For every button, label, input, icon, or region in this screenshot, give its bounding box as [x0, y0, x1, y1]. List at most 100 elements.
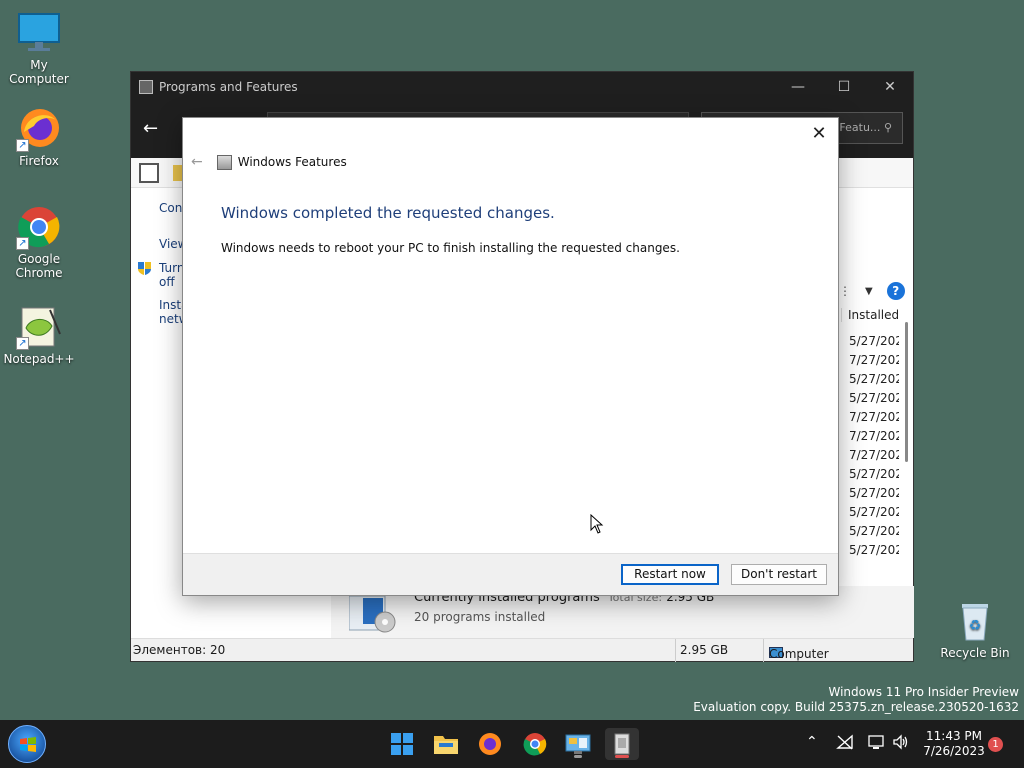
dialog-header: ← Windows Features [191, 154, 347, 170]
window-titlebar: Programs and Features — ☐ ✕ [131, 72, 913, 102]
folder-icon [434, 736, 458, 754]
panel-icon[interactable] [139, 163, 159, 183]
shortcut-arrow-icon: ↗ [16, 139, 29, 152]
status-divider [675, 639, 676, 662]
desktop-icon-recycle-bin[interactable]: ♻ Recycle Bin [936, 598, 1014, 660]
shortcut-arrow-icon: ↗ [16, 337, 29, 350]
view-options-icon[interactable]: ⋮ [839, 284, 851, 298]
column-header-installed-on[interactable]: Installed On [841, 308, 905, 322]
desktop-icon-label: Google Chrome [15, 252, 63, 280]
taskbar: ⌃ 11:43 PM 7/26/2023 [0, 720, 1024, 768]
status-divider [763, 639, 764, 662]
shortcut-arrow-icon: ↗ [16, 237, 29, 250]
window-title: Programs and Features [159, 80, 298, 94]
list-item[interactable]: 7/27/2023 [849, 446, 899, 465]
shield-icon [137, 261, 152, 276]
minimize-icon[interactable]: — [775, 79, 821, 95]
close-icon[interactable]: ✕ [808, 123, 830, 145]
desktop-icon-label: Notepad++ [3, 352, 75, 366]
display-icon[interactable] [868, 734, 886, 754]
clock-time: 11:43 PM [926, 729, 982, 743]
watermark-line: Windows 11 Pro Insider Preview [828, 685, 1019, 699]
dialog-footer: Restart now Don't restart [183, 553, 838, 595]
list-item[interactable]: 7/27/2023 [849, 351, 899, 370]
maximize-icon[interactable]: ☐ [821, 79, 867, 95]
dialog-title: Windows Features [237, 155, 347, 169]
list-item[interactable]: 5/27/2023 [849, 332, 899, 351]
taskbar-chrome[interactable] [518, 728, 552, 760]
list-item[interactable]: 5/27/2023 [849, 484, 899, 503]
taskbar-windows-features[interactable] [605, 728, 639, 760]
status-bar: Элементов: 20 2.95 GB Computer [131, 638, 913, 662]
control-panel-icon [565, 734, 591, 754]
desktop-icon-notepad-plus-plus[interactable]: ↗ Notepad++ [0, 304, 78, 366]
firefox-icon: ↗ [16, 106, 62, 152]
list-item[interactable]: 7/27/2023 [849, 408, 899, 427]
list-item[interactable]: 5/27/2023 [849, 465, 899, 484]
taskbar-start-windows[interactable] [385, 728, 419, 760]
windows-features-dialog: ✕ ← Windows Features Windows completed t… [182, 117, 839, 596]
recycle-bin-icon: ♻ [952, 598, 998, 644]
chevron-up-icon[interactable]: ⌃ [806, 734, 818, 750]
back-arrow-icon[interactable]: ← [191, 154, 203, 170]
firefox-icon [479, 733, 501, 755]
notification-badge[interactable]: 1 [988, 737, 1003, 752]
status-location-label: Computer [769, 647, 829, 661]
volume-icon[interactable] [892, 734, 910, 754]
network-off-icon[interactable] [836, 734, 854, 754]
taskbar-file-explorer[interactable] [429, 728, 463, 760]
desktop-icon-label: Firefox [19, 154, 59, 168]
column-header-label: Installed On [848, 308, 898, 322]
list-item[interactable]: 5/27/2023 [849, 522, 899, 541]
back-arrow-icon[interactable]: ← [143, 118, 158, 139]
list-item[interactable]: 5/27/2023 [849, 541, 899, 560]
list-item[interactable]: 5/27/2023 [849, 389, 899, 408]
windows-features-icon [216, 154, 232, 170]
link-text: off [159, 275, 175, 289]
running-indicator [615, 755, 629, 758]
dialog-message: Windows needs to reboot your PC to finis… [221, 241, 680, 255]
list-item[interactable]: 7/27/2023 [849, 427, 899, 446]
desktop-icon-label: Recycle Bin [940, 646, 1010, 660]
desktop-icon-firefox[interactable]: ↗ Firefox [0, 106, 78, 168]
status-size: 2.95 GB [680, 643, 729, 657]
view-controls: ⋮ ▼ ? [839, 282, 905, 300]
dialog-heading: Windows completed the requested changes. [221, 204, 555, 222]
left-link-turn-features[interactable]: Turn off [159, 261, 184, 289]
desktop-icon-label: My Computer [9, 58, 69, 86]
windows-logo-icon [20, 737, 36, 752]
link-text: Turn [159, 261, 185, 275]
close-icon[interactable]: ✕ [867, 79, 913, 95]
scrollbar[interactable] [905, 322, 908, 462]
status-item-count: Элементов: 20 [133, 643, 226, 657]
restart-now-button[interactable]: Restart now [621, 564, 719, 585]
programs-icon [139, 80, 153, 94]
start-button[interactable] [8, 725, 46, 763]
mouse-cursor-icon [590, 513, 604, 537]
search-icon: ⚲ [883, 121, 892, 134]
desktop-icon-chrome[interactable]: ↗ Google Chrome [0, 204, 78, 280]
list-item[interactable]: 5/27/2023 [849, 503, 899, 522]
chevron-down-icon[interactable]: ▼ [865, 286, 873, 297]
running-indicator [574, 755, 582, 758]
taskbar-control-panel[interactable] [561, 728, 595, 760]
desktop-icon-my-computer[interactable]: My Computer [0, 10, 78, 86]
taskbar-firefox[interactable] [473, 728, 507, 760]
evaluation-watermark: Windows 11 Pro Insider Preview Evaluatio… [693, 685, 1019, 715]
programs-count: 20 programs installed [414, 610, 546, 624]
clock-date: 7/26/2023 [923, 744, 985, 758]
windows11-logo-icon [391, 733, 413, 755]
installed-programs-icon [348, 594, 399, 634]
list-item[interactable]: 5/27/2023 [849, 370, 899, 389]
svg-text:♻: ♻ [969, 618, 982, 634]
chrome-icon: ↗ [16, 204, 62, 250]
installed-dates-column: 5/27/2023 7/27/2023 5/27/2023 5/27/2023 … [849, 332, 899, 560]
dont-restart-button[interactable]: Don't restart [731, 564, 827, 585]
chrome-icon [523, 733, 547, 756]
monitor-icon [16, 10, 62, 56]
notepad-plus-plus-icon: ↗ [16, 304, 62, 350]
help-icon[interactable]: ? [886, 282, 905, 300]
installer-icon [614, 733, 630, 755]
system-clock[interactable]: 11:43 PM 7/26/2023 [918, 729, 990, 759]
watermark-line: Evaluation copy. Build 25375.zn_release.… [693, 700, 1019, 714]
